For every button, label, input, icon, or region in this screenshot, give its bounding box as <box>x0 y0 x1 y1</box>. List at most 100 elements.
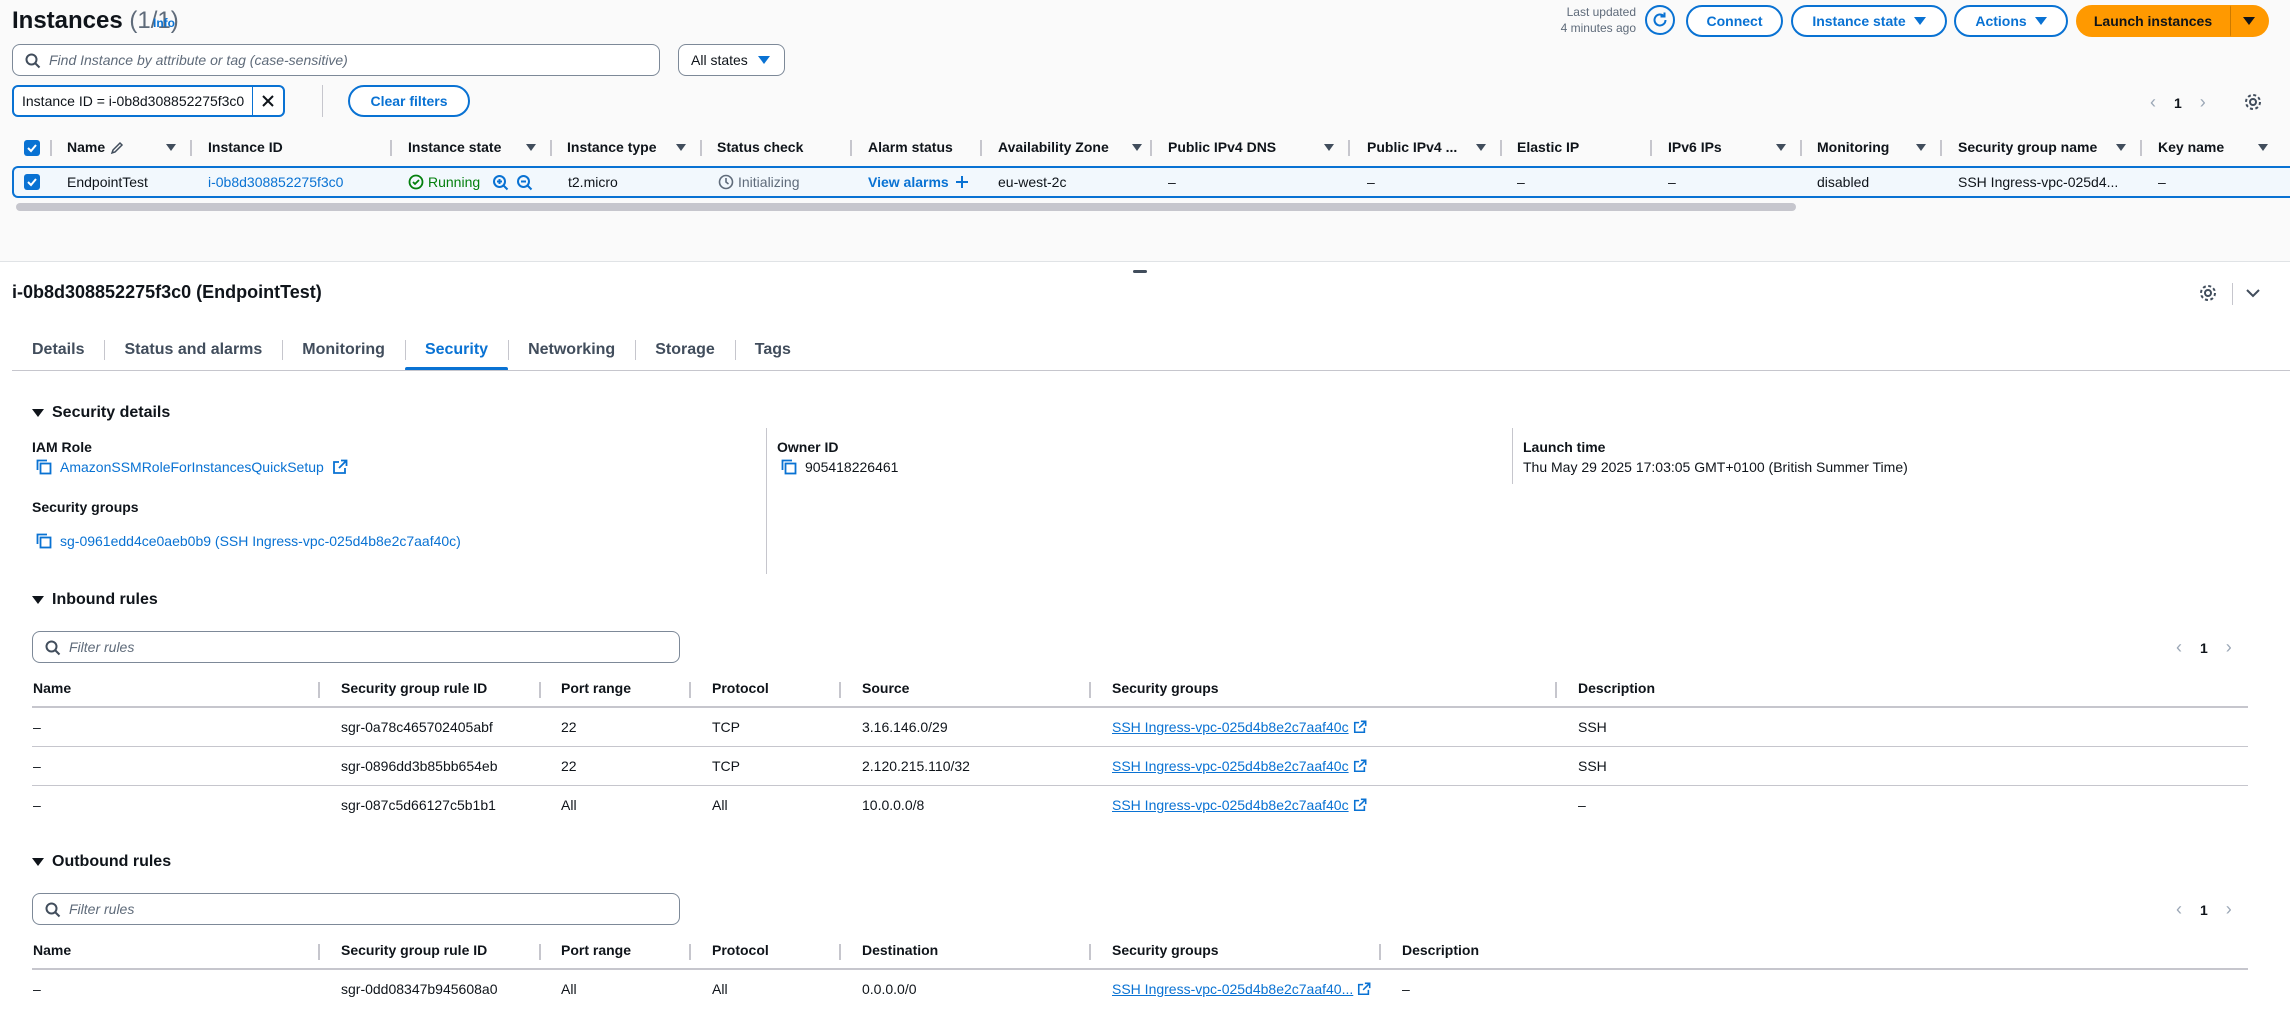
search-input[interactable]: Find Instance by attribute or tag (case-… <box>12 44 660 76</box>
caret-down-icon <box>1913 17 1926 25</box>
caret-down-icon[interactable] <box>526 144 536 151</box>
col-ipv6-ips[interactable]: IPv6 IPs <box>1668 139 1722 155</box>
availability-zone: eu-west-2c <box>998 174 1067 190</box>
divider <box>322 85 323 117</box>
settings-icon <box>2200 285 2216 301</box>
states-select[interactable]: All states <box>678 44 785 76</box>
tab-security[interactable]: Security <box>404 330 509 371</box>
col-alarm-status[interactable]: Alarm status <box>868 139 953 155</box>
col-availability-zone[interactable]: Availability Zone <box>998 139 1109 155</box>
chevron-down-icon <box>2246 289 2260 298</box>
page-number[interactable]: 1 <box>2174 95 2182 111</box>
inbound-rules-toggle[interactable]: Inbound rules <box>32 591 158 609</box>
split-panel-resize-handle[interactable] <box>1133 270 1147 273</box>
close-icon <box>262 95 274 107</box>
launch-instances-dropdown[interactable] <box>2230 5 2269 37</box>
caret-down-icon <box>32 596 44 604</box>
col-instance-state[interactable]: Instance state <box>408 139 501 155</box>
col-monitoring[interactable]: Monitoring <box>1817 139 1889 155</box>
port-range: 22 <box>561 758 577 774</box>
col-public-ipv4[interactable]: Public IPv4 ... <box>1367 139 1457 155</box>
chevron-right-icon[interactable]: › <box>2226 899 2232 920</box>
col-public-ipv4-dns[interactable]: Public IPv4 DNS <box>1168 139 1276 155</box>
col-status-check[interactable]: Status check <box>717 139 803 155</box>
security-group-link[interactable]: SSH Ingress-vpc-025d4b8e2c7aaf40c <box>1112 758 1367 774</box>
outbound-filter-input[interactable]: Filter rules <box>32 893 680 925</box>
col-rule-id: Security group rule ID <box>341 942 488 958</box>
security-group-link[interactable]: SSH Ingress-vpc-025d4b8e2c7aaf40c <box>1112 797 1367 813</box>
external-link-icon[interactable] <box>332 459 348 475</box>
col-destination: Destination <box>862 942 939 958</box>
copy-icon[interactable] <box>36 459 52 475</box>
external-link-icon <box>1353 759 1367 773</box>
chevron-left-icon[interactable]: ‹ <box>2176 899 2182 920</box>
page-number[interactable]: 1 <box>2200 902 2208 918</box>
caret-down-icon[interactable] <box>1916 144 1926 151</box>
instance-type: t2.micro <box>568 174 618 190</box>
col-elastic-ip[interactable]: Elastic IP <box>1517 139 1579 155</box>
caret-down-icon[interactable] <box>2258 144 2268 151</box>
col-security-group-name[interactable]: Security group name <box>1958 139 2097 155</box>
refresh-button[interactable] <box>1645 5 1675 35</box>
external-link-icon <box>1358 982 1371 996</box>
tab-details[interactable]: Details <box>12 330 104 370</box>
status-pending-icon <box>718 174 734 190</box>
caret-down-icon[interactable] <box>1776 144 1786 151</box>
zoom-in-icon[interactable] <box>492 174 510 192</box>
outbound-rules-toggle[interactable]: Outbound rules <box>32 853 171 871</box>
chevron-right-icon[interactable]: › <box>2200 92 2206 113</box>
tab-storage[interactable]: Storage <box>635 330 735 370</box>
view-alarms-link[interactable]: View alarms <box>868 174 969 190</box>
select-all-checkbox[interactable] <box>24 140 40 156</box>
col-instance-id[interactable]: Instance ID <box>208 139 283 155</box>
caret-down-icon[interactable] <box>2116 144 2126 151</box>
split-panel-preferences-button[interactable] <box>2199 284 2217 305</box>
zoom-out-icon[interactable] <box>516 174 534 192</box>
instance-id-link[interactable]: i-0b8d308852275f3c0 <box>208 174 343 190</box>
tab-status-and-alarms[interactable]: Status and alarms <box>104 330 282 370</box>
horizontal-scrollbar[interactable] <box>16 203 1796 211</box>
chevron-left-icon[interactable]: ‹ <box>2176 637 2182 658</box>
col-instance-type[interactable]: Instance type <box>567 139 656 155</box>
iam-role-link[interactable]: AmazonSSMRoleForInstancesQuickSetup <box>60 459 324 475</box>
inbound-filter-input[interactable]: Filter rules <box>32 631 680 663</box>
col-key-name[interactable]: Key name <box>2158 139 2224 155</box>
security-group-link[interactable]: sg-0961edd4ce0aeb0b9 (SSH Ingress-vpc-02… <box>60 533 461 549</box>
instance-state-button[interactable]: Instance state <box>1791 5 1947 37</box>
caret-down-icon[interactable] <box>1476 144 1486 151</box>
caret-down-icon[interactable] <box>166 144 176 151</box>
settings-icon <box>2245 94 2261 110</box>
clear-filters-button[interactable]: Clear filters <box>348 85 470 117</box>
caret-down-icon[interactable] <box>1324 144 1334 151</box>
tab-monitoring[interactable]: Monitoring <box>282 330 405 370</box>
row-checkbox[interactable] <box>24 174 40 190</box>
security-group-link[interactable]: SSH Ingress-vpc-025d4b8e2c7aaf40c <box>1112 719 1367 735</box>
table-preferences-button[interactable] <box>2244 93 2262 114</box>
launch-instances-button[interactable]: Launch instances <box>2076 5 2230 37</box>
col-name[interactable]: Name <box>67 139 105 155</box>
instances-panel <box>0 0 2290 262</box>
chevron-right-icon[interactable]: › <box>2226 637 2232 658</box>
destination: 0.0.0.0/0 <box>862 981 917 997</box>
security-details-toggle[interactable]: Security details <box>32 404 170 422</box>
copy-icon[interactable] <box>36 533 52 549</box>
chevron-left-icon[interactable]: ‹ <box>2150 92 2156 113</box>
security-group-link[interactable]: SSH Ingress-vpc-025d4b8e2c7aaf40... <box>1112 981 1371 997</box>
caret-down-icon[interactable] <box>676 144 686 151</box>
checkbox-checked-icon <box>27 144 37 153</box>
description: SSH <box>1578 719 1607 735</box>
key-name: – <box>2158 174 2166 190</box>
instances-pagination: ‹ 1 › <box>2150 92 2206 113</box>
copy-icon[interactable] <box>781 459 797 475</box>
collapse-panel-button[interactable] <box>2245 286 2261 303</box>
remove-filter-button[interactable] <box>253 94 283 108</box>
page-number[interactable]: 1 <box>2200 640 2208 656</box>
tab-networking[interactable]: Networking <box>508 330 635 370</box>
actions-button[interactable]: Actions <box>1954 5 2068 37</box>
caret-down-icon[interactable] <box>1132 144 1142 151</box>
connect-button[interactable]: Connect <box>1686 5 1783 37</box>
instance-row[interactable]: EndpointTest i-0b8d308852275f3c0 Running… <box>12 166 2290 198</box>
tab-tags[interactable]: Tags <box>734 330 811 370</box>
info-link[interactable]: Info <box>153 16 175 30</box>
security-group-name: SSH Ingress-vpc-025d4... <box>1958 174 2119 190</box>
